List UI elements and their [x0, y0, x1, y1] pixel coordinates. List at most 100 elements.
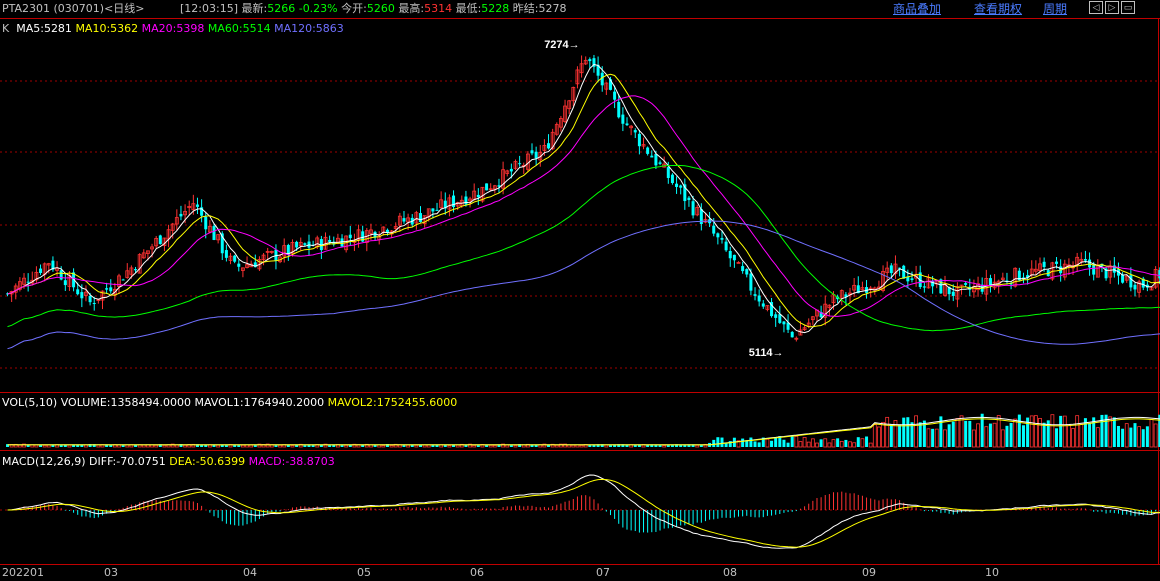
- candle-down: [1042, 261, 1046, 268]
- volume-bar: [1055, 428, 1059, 447]
- volume-bar: [757, 442, 761, 447]
- volume-bar: [872, 424, 877, 448]
- volume-bar: [344, 444, 349, 448]
- volume-bar: [992, 422, 997, 448]
- candle-down: [195, 204, 199, 207]
- volume-bar: [770, 440, 774, 447]
- volume-bar: [476, 445, 480, 447]
- volume-bar: [839, 440, 844, 448]
- candle-down: [303, 243, 307, 245]
- candle-down: [348, 234, 352, 239]
- candle-down: [1121, 274, 1125, 283]
- candle-down: [910, 278, 914, 280]
- volume-bar: [17, 444, 22, 448]
- volume-bar: [716, 437, 720, 447]
- volume-bar: [984, 426, 989, 448]
- candle-down: [105, 288, 109, 290]
- kline-chart[interactable]: 7274→ 5114→: [0, 0, 1160, 581]
- volume-bar: [1141, 429, 1145, 447]
- dea-line: [7, 478, 1160, 548]
- candle-down: [691, 201, 695, 216]
- candle-down: [88, 295, 92, 303]
- candle-down: [237, 263, 241, 267]
- volume-bar: [1062, 415, 1067, 448]
- volume-bar: [906, 417, 910, 447]
- volume-bar: [406, 444, 411, 448]
- ma10-line: [7, 73, 1160, 328]
- volume-bar: [889, 424, 893, 447]
- candle-down: [1133, 284, 1137, 290]
- candle-down: [26, 281, 30, 283]
- candle-down: [158, 235, 162, 245]
- candle-down: [402, 218, 406, 222]
- high-annotation: 7274→: [544, 39, 579, 51]
- x-tick: 202201: [2, 566, 44, 579]
- volume-bar: [918, 422, 922, 447]
- volume-bar: [1000, 429, 1005, 448]
- volume-bar: [831, 439, 836, 448]
- volume-bar: [695, 444, 700, 448]
- volume-bar: [472, 445, 477, 448]
- volume-bar: [712, 439, 716, 447]
- candle-down: [951, 291, 955, 296]
- volume-bar: [836, 438, 840, 447]
- mavol1-line: [7, 416, 1160, 446]
- volume-bar: [42, 444, 47, 448]
- volume-bar: [121, 445, 125, 447]
- candle-down: [745, 269, 749, 275]
- candle-down: [534, 151, 538, 159]
- volume-bar: [823, 438, 828, 448]
- candle-down: [109, 287, 113, 292]
- volume-bar: [827, 442, 832, 448]
- volume-bar: [1059, 415, 1063, 447]
- volume-bar: [1149, 419, 1154, 448]
- candle-down: [753, 294, 757, 296]
- volume-bar: [414, 444, 419, 448]
- volume-bar: [1124, 423, 1129, 448]
- candle-down: [774, 314, 778, 318]
- volume-bar: [67, 444, 72, 448]
- volume-bar: [786, 442, 790, 447]
- candle-down: [1055, 261, 1059, 264]
- candle-down: [613, 91, 617, 100]
- volume-bar: [278, 444, 282, 448]
- volume-bar: [662, 445, 667, 448]
- volume-bar: [868, 442, 873, 448]
- volume-bar: [810, 438, 815, 448]
- candle-down: [419, 213, 422, 222]
- candle-down: [790, 331, 794, 338]
- volume-bar: [1067, 425, 1071, 448]
- x-tick: 08: [723, 566, 737, 579]
- volume-bar: [819, 439, 823, 447]
- volume-bar: [794, 435, 799, 448]
- volume-bar: [1005, 425, 1009, 447]
- candle-down: [749, 273, 753, 291]
- volume-bar: [926, 428, 931, 448]
- candle-down: [134, 269, 138, 271]
- volume-bar: [934, 428, 939, 448]
- candle-down: [654, 153, 658, 166]
- candle-down: [179, 213, 183, 217]
- candle-down: [778, 314, 782, 323]
- candle-down: [646, 147, 650, 154]
- volume-bar: [241, 444, 245, 448]
- candle-down: [464, 196, 468, 205]
- candle-down: [741, 266, 745, 272]
- candle-down: [509, 168, 513, 172]
- candle-down: [224, 250, 228, 258]
- volume-bar: [1079, 423, 1084, 448]
- volume-bar: [1133, 423, 1137, 447]
- candle-down: [1092, 265, 1096, 275]
- volume-bar: [782, 439, 786, 447]
- volume-bar: [183, 444, 187, 448]
- candle-down: [39, 268, 43, 273]
- volume-bar: [670, 445, 674, 447]
- volume-bar: [1038, 418, 1042, 448]
- candle-down: [328, 240, 332, 242]
- volume-bar: [802, 437, 807, 448]
- candle-down: [621, 114, 625, 124]
- volume-bar: [1108, 416, 1113, 448]
- volume-bar: [852, 442, 857, 448]
- volume-bar: [844, 439, 848, 447]
- volume-bar: [848, 441, 852, 448]
